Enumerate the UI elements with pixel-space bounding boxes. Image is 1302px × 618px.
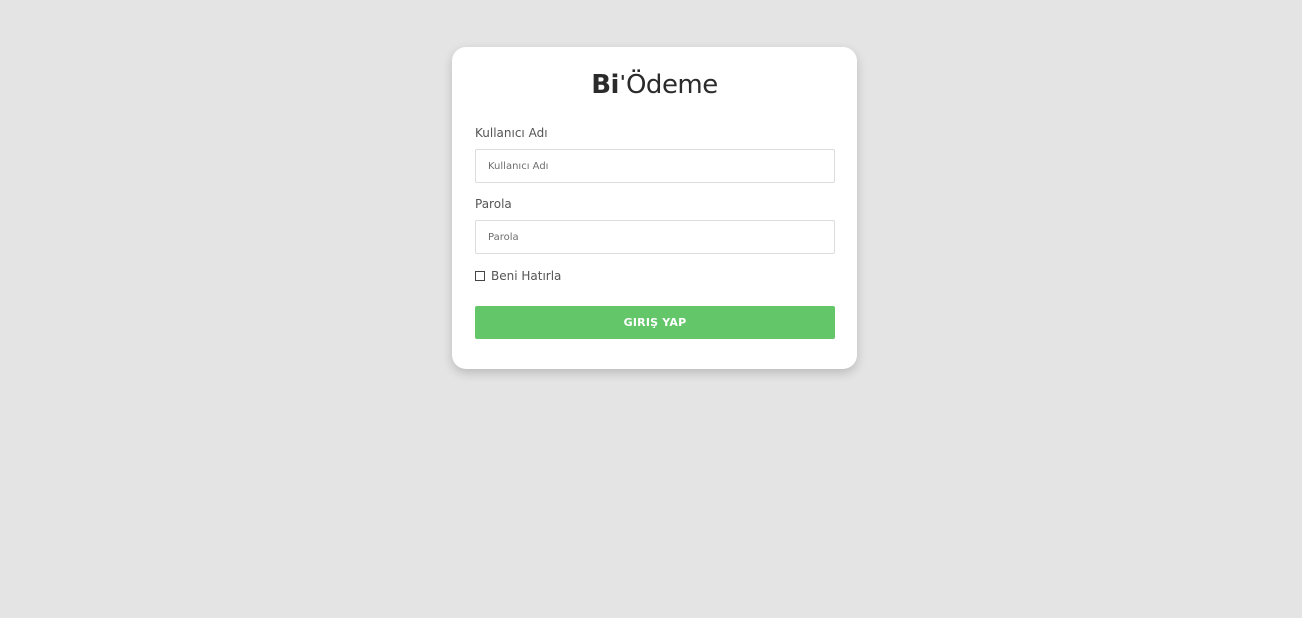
username-label: Kullanıcı Adı: [475, 126, 548, 140]
password-input[interactable]: [475, 220, 835, 254]
remember-me-label: Beni Hatırla: [491, 269, 562, 283]
brand-logo-bi: Bi: [591, 70, 619, 100]
brand-logo: Bi'Ödeme: [452, 67, 857, 103]
remember-me[interactable]: Beni Hatırla: [475, 269, 561, 283]
brand-logo-odeme: Ödeme: [625, 70, 718, 100]
login-card: Bi'Ödeme Kullanıcı Adı Parola Beni Hatır…: [452, 47, 857, 369]
password-label: Parola: [475, 197, 512, 211]
brand-logo-tick: ': [619, 72, 626, 93]
username-input[interactable]: [475, 149, 835, 183]
remember-me-checkbox[interactable]: [475, 271, 485, 281]
login-button[interactable]: GIRIŞ YAP: [475, 306, 835, 339]
